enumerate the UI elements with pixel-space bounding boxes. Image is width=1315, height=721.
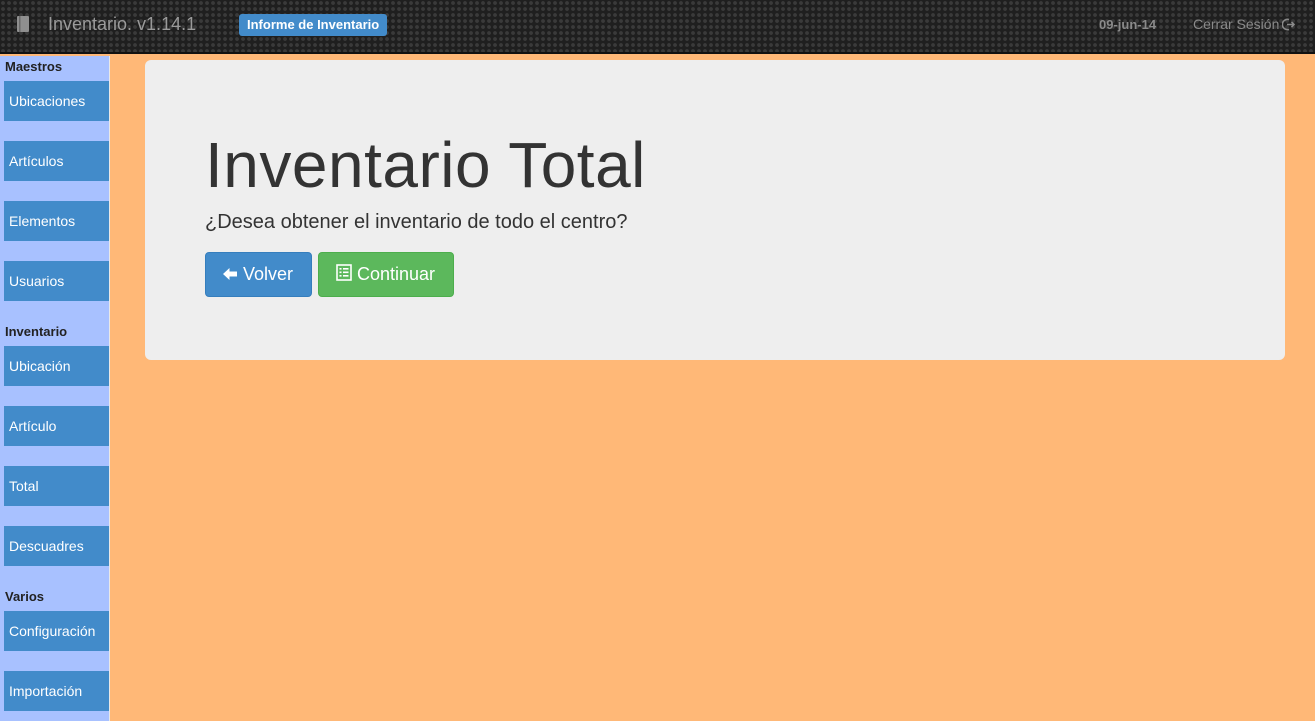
current-date: 09-jun-14 (1099, 17, 1157, 32)
sidebar-item-importacion[interactable]: Importación (4, 671, 109, 711)
sidebar-item-articulo[interactable]: Artículo (4, 406, 109, 446)
logout-label: Cerrar Sesión (1193, 16, 1280, 32)
sidebar-item-ubicaciones[interactable]: Ubicaciones (4, 81, 109, 121)
inventory-total-panel: Inventario Total ¿Desea obtener el inven… (145, 60, 1285, 360)
sidebar-item-descuadres[interactable]: Descuadres (4, 526, 109, 566)
confirmation-question: ¿Desea obtener el inventario de todo el … (205, 211, 628, 233)
back-button-label: Volver (243, 264, 294, 284)
sidebar-item-articulos[interactable]: Artículos (4, 141, 109, 181)
sidebar-item-elementos[interactable]: Elementos (4, 201, 109, 241)
sidebar-item-usuarios[interactable]: Usuarios (4, 261, 109, 301)
sign-out-icon (1279, 16, 1296, 32)
sidebar-heading-inventario: Inventario (5, 324, 68, 339)
sidebar: Maestros Ubicaciones Artículos Elementos… (0, 56, 110, 721)
book-icon (16, 16, 30, 33)
sidebar-heading-varios: Varios (5, 589, 45, 604)
continue-button[interactable]: Continuar (318, 252, 454, 297)
sidebar-item-configuracion[interactable]: Configuración (4, 611, 109, 651)
continue-button-label: Continuar (357, 264, 436, 284)
sidebar-item-ubicacion[interactable]: Ubicación (4, 346, 109, 386)
sidebar-heading-maestros: Maestros (5, 59, 63, 74)
page-title: Inventario Total (205, 129, 646, 201)
logout-link[interactable]: Cerrar Sesión (1193, 16, 1296, 32)
top-navbar: Inventario. v1.14.1 Informe de Inventari… (0, 0, 1315, 54)
sidebar-item-total[interactable]: Total (4, 466, 109, 506)
list-alt-icon (336, 264, 357, 284)
app-title[interactable]: Inventario. v1.14.1 (48, 14, 196, 35)
back-button[interactable]: Volver (205, 252, 312, 297)
report-badge: Informe de Inventario (239, 14, 388, 36)
arrow-left-icon (222, 264, 243, 284)
